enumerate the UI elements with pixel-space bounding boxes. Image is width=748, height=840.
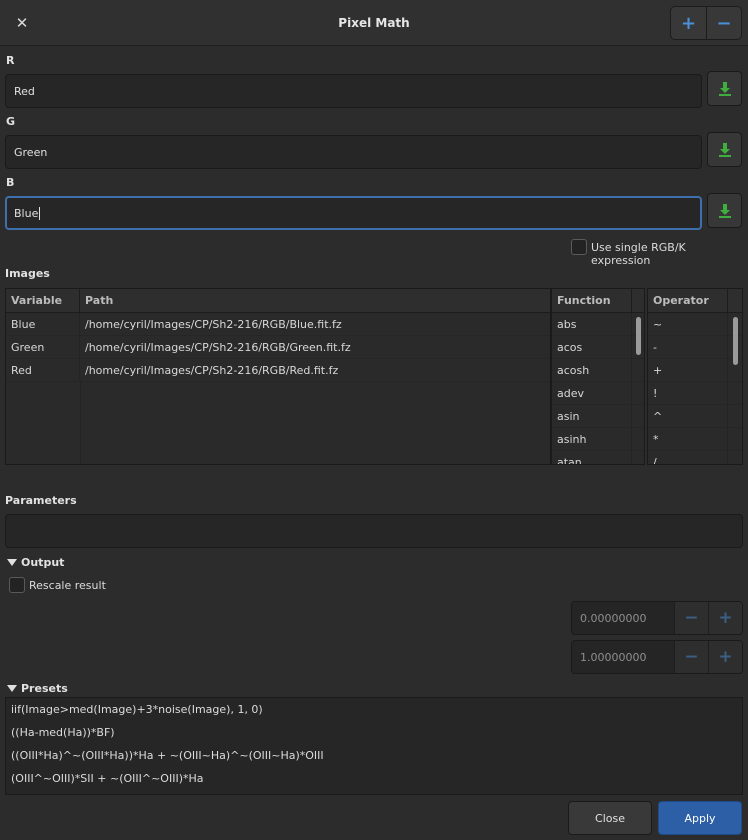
rescale-min-spinbox: 0.00000000 − + xyxy=(571,601,743,635)
function-name: acosh xyxy=(552,359,632,381)
text-caret xyxy=(39,206,41,220)
list-item[interactable]: acosh xyxy=(552,359,644,382)
add-icon[interactable]: + xyxy=(671,7,706,39)
channel-label-b: B xyxy=(6,176,15,189)
cell-path: /home/cyril/Images/CP/Sh2-216/RGB/Blue.f… xyxy=(85,317,342,331)
rescale-min-value[interactable]: 0.00000000 xyxy=(572,602,674,634)
list-item[interactable]: ~ xyxy=(648,313,742,336)
download-icon xyxy=(718,81,731,96)
download-icon xyxy=(718,142,731,157)
triangle-down-icon xyxy=(7,685,17,692)
operator-symbol: ~ xyxy=(648,313,728,335)
operator-symbol: ^ xyxy=(648,405,728,427)
expression-field-g[interactable]: Green xyxy=(5,135,702,169)
single-rgb-checkbox[interactable] xyxy=(571,239,587,255)
header-bar xyxy=(0,0,748,46)
column-header-function[interactable]: Function xyxy=(552,289,632,312)
operator-symbol: - xyxy=(648,336,728,358)
function-name: abs xyxy=(552,313,632,335)
function-name: atan xyxy=(552,451,632,464)
list-item[interactable]: acos xyxy=(552,336,644,359)
apply-button[interactable]: Apply xyxy=(658,801,742,835)
table-row[interactable]: Blue /home/cyril/Images/CP/Sh2-216/RGB/B… xyxy=(6,313,550,336)
column-header-path[interactable]: Path xyxy=(80,289,550,312)
channel-label-r: R xyxy=(6,54,15,67)
channel-label-g: G xyxy=(6,115,16,128)
triangle-down-icon xyxy=(7,559,17,566)
single-rgb-label: Use single RGB/K expression xyxy=(591,241,686,267)
header-button-group: + − xyxy=(670,6,742,40)
rescale-max-value[interactable]: 1.00000000 xyxy=(572,641,674,673)
preset-item[interactable]: iif(Image>med(Image)+3*noise(Image), 1, … xyxy=(6,698,742,721)
list-item[interactable]: atan xyxy=(552,451,644,464)
column-divider xyxy=(80,381,81,464)
list-item[interactable]: ! xyxy=(648,382,742,405)
list-item[interactable]: ^ xyxy=(648,405,742,428)
minus-icon[interactable]: − xyxy=(674,641,708,673)
load-expression-button-b[interactable] xyxy=(707,193,742,228)
preset-item[interactable]: (OIII^~OIII)*SII + ~(OIII^~OIII)*Ha xyxy=(6,767,742,790)
remove-icon[interactable]: − xyxy=(705,7,741,39)
presets-title: Presets xyxy=(21,682,68,695)
presets-expander[interactable]: Presets xyxy=(7,682,68,695)
operator-symbol: / xyxy=(648,451,728,464)
plus-icon[interactable]: + xyxy=(708,641,742,673)
rescale-checkbox[interactable] xyxy=(9,577,25,593)
function-name: adev xyxy=(552,382,632,404)
expression-text-r: Red xyxy=(14,84,35,98)
cell-variable: Red xyxy=(6,359,80,381)
parameters-title: Parameters xyxy=(5,494,77,507)
download-icon xyxy=(718,203,731,218)
operator-list: Operator ~ - + ! ^ * / xyxy=(647,288,743,465)
list-item[interactable]: / xyxy=(648,451,742,464)
images-table-header: Variable Path xyxy=(6,289,550,313)
expression-text-b: Blue xyxy=(14,206,39,220)
column-header-operator[interactable]: Operator xyxy=(648,289,728,312)
list-item[interactable]: abs xyxy=(552,313,644,336)
parameters-field[interactable] xyxy=(5,514,743,548)
expression-field-r[interactable]: Red xyxy=(5,74,702,108)
operator-symbol: * xyxy=(648,428,728,450)
output-expander[interactable]: Output xyxy=(7,556,64,569)
list-item[interactable]: asinh xyxy=(552,428,644,451)
operator-list-header: Operator xyxy=(648,289,742,313)
cell-path: /home/cyril/Images/CP/Sh2-216/RGB/Red.fi… xyxy=(85,363,339,377)
function-name: asin xyxy=(552,405,632,427)
table-row[interactable]: Green /home/cyril/Images/CP/Sh2-216/RGB/… xyxy=(6,336,550,359)
close-icon[interactable]: ✕ xyxy=(6,8,38,38)
expression-text-g: Green xyxy=(14,145,48,159)
preset-item[interactable]: ((Ha-med(Ha))*BF) xyxy=(6,721,742,744)
cell-path: /home/cyril/Images/CP/Sh2-216/RGB/Green.… xyxy=(85,340,351,354)
function-list-scrollbar[interactable] xyxy=(636,317,641,355)
list-item[interactable]: - xyxy=(648,336,742,359)
list-item[interactable]: asin xyxy=(552,405,644,428)
cell-variable: Blue xyxy=(6,313,80,335)
close-button[interactable]: Close xyxy=(568,801,652,835)
load-expression-button-r[interactable] xyxy=(707,71,742,106)
list-item[interactable]: * xyxy=(648,428,742,451)
preset-item[interactable]: ((OIII*Ha)^~(OIII*Ha))*Ha + ~(OIII~Ha)^~… xyxy=(6,744,742,767)
function-list-header: Function xyxy=(552,289,644,313)
operator-symbol: ! xyxy=(648,382,728,404)
function-name: asinh xyxy=(552,428,632,450)
plus-icon[interactable]: + xyxy=(708,602,742,634)
operator-list-scrollbar[interactable] xyxy=(733,317,738,365)
presets-list: iif(Image>med(Image)+3*noise(Image), 1, … xyxy=(5,697,743,795)
minus-icon[interactable]: − xyxy=(674,602,708,634)
rescale-label: Rescale result xyxy=(29,579,106,592)
images-table: Variable Path Blue /home/cyril/Images/CP… xyxy=(5,288,551,465)
list-item[interactable]: adev xyxy=(552,382,644,405)
list-item[interactable]: + xyxy=(648,359,742,382)
operator-symbol: + xyxy=(648,359,728,381)
rescale-max-spinbox: 1.00000000 − + xyxy=(571,640,743,674)
table-row[interactable]: Red /home/cyril/Images/CP/Sh2-216/RGB/Re… xyxy=(6,359,550,382)
expression-field-b[interactable]: Blue xyxy=(5,196,702,230)
function-name: acos xyxy=(552,336,632,358)
cell-variable: Green xyxy=(6,336,80,358)
load-expression-button-g[interactable] xyxy=(707,132,742,167)
column-header-variable[interactable]: Variable xyxy=(6,289,80,312)
output-title: Output xyxy=(21,556,65,569)
function-list: Function abs acos acosh adev asin asinh … xyxy=(551,288,645,465)
images-section-title: Images xyxy=(5,267,50,280)
